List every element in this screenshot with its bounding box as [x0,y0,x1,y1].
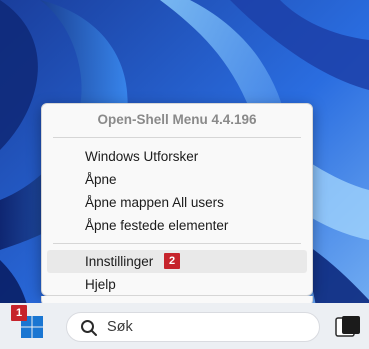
search-box[interactable]: Søk [66,312,320,342]
menu-item-label: Hjelp [85,277,116,292]
menu-separator [53,243,301,244]
menu-item-innstillinger[interactable]: Innstillinger 2 [47,250,307,273]
menu-item-apne[interactable]: Åpne [47,168,307,191]
menu-item-apne-all-users[interactable]: Åpne mappen All users [47,191,307,214]
search-icon [81,320,97,336]
menu-separator [53,137,301,138]
menu-item-label: Åpne festede elementer [85,218,229,233]
open-shell-context-menu: Open-Shell Menu 4.4.196 Windows Utforske… [41,103,313,296]
menu-item-windows-utforsker[interactable]: Windows Utforsker [47,145,307,168]
menu-item-label: Åpne [85,172,117,187]
taskbar: 1 Søk [0,303,369,349]
search-placeholder: Søk [107,319,133,335]
menu-item-label: Åpne mappen All users [85,195,224,210]
menu-item-apne-festede[interactable]: Åpne festede elementer [47,214,307,237]
menu-item-label: Innstillinger [85,254,154,269]
menu-item-label: Windows Utforsker [85,149,199,164]
menu-title: Open-Shell Menu 4.4.196 [97,112,257,127]
task-view-icon[interactable] [334,314,362,340]
step-badge: 2 [164,253,180,269]
step-badge: 1 [11,305,27,321]
menu-item-hjelp[interactable]: Hjelp [47,273,307,296]
